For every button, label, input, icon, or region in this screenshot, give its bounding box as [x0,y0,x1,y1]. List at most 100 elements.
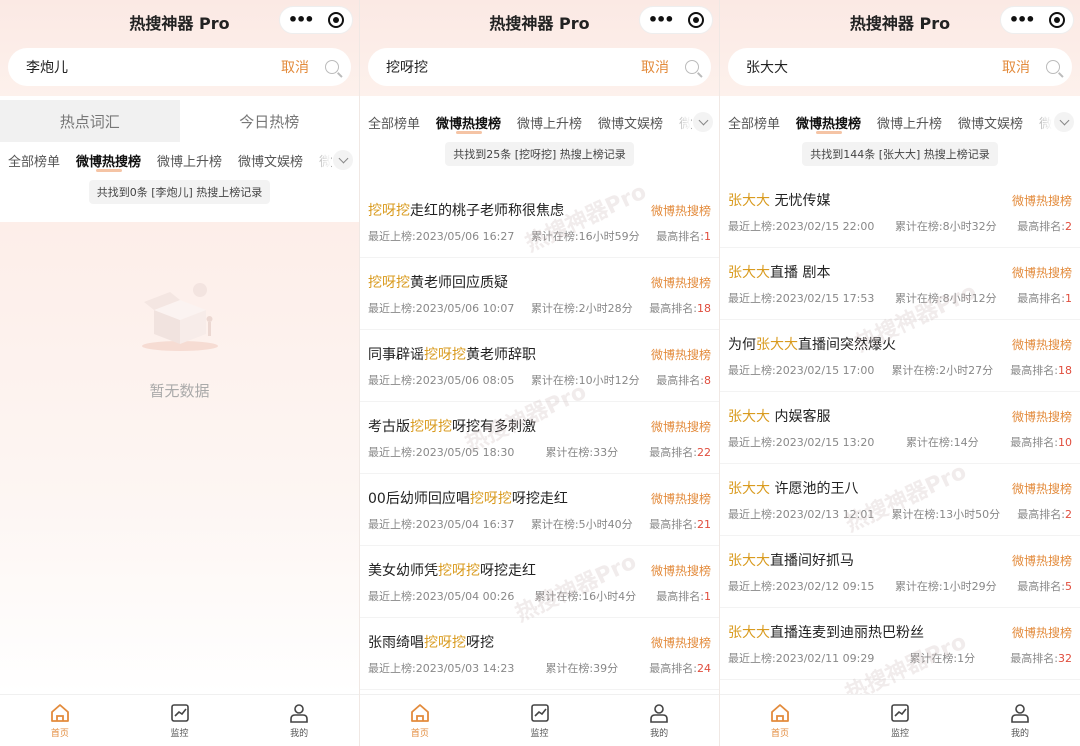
chevron-down-icon[interactable] [1054,112,1074,132]
source-label: 微博热搜榜 [650,347,711,362]
item-title: 挖呀挖黄老师回应质疑 [368,272,508,292]
close-target-icon[interactable] [1049,12,1066,28]
tabbar-monitor[interactable]: 监控 [480,695,600,746]
last-on-list: 最近上榜:2023/05/04 16:37 [368,518,515,531]
list-item[interactable]: 挖呀挖黄老师回应质疑 微博热搜榜 最近上榜:2023/05/06 10:07 累计在榜… [360,258,719,330]
tab-weibo-hot[interactable]: 微博热搜榜 [796,113,861,134]
title-suffix: 无忧传媒 [770,193,831,209]
tab-weibo-hot[interactable]: 微博热搜榜 [76,151,141,172]
keyword-highlight: 张大大 [728,193,770,209]
highest-rank: 最高排名:2 [1017,220,1072,233]
item-title: 张大大直播 剧本 [728,262,830,282]
tabbar-mine[interactable]: 我的 [960,695,1080,746]
result-count: 共找到144条 [张大大] 热搜上榜记录 [720,142,1080,166]
tab-fade [661,104,691,140]
tab-weibo-rising[interactable]: 微博上升榜 [877,113,942,132]
keyword-highlight: 挖呀挖 [410,419,452,435]
chart-icon [170,703,189,722]
tabbar-home[interactable]: 首页 [0,695,120,746]
list-item[interactable]: 美女幼师凭挖呀挖呀挖走红 微博热搜榜 最近上榜:2023/05/04 00:26 累计… [360,546,719,618]
title-suffix: 直播间突然爆火 [798,337,896,353]
last-on-list: 最近上榜:2023/05/05 18:30 [368,446,515,459]
seg-today-hot[interactable]: 今日热榜 [180,100,360,142]
result-count: 共找到0条 [李炮儿] 热搜上榜记录 [0,180,359,204]
search-input[interactable]: 李炮儿 [26,57,281,77]
tabbar-label: 首页 [50,728,69,739]
last-on-list: 最近上榜:2023/05/06 08:05 [368,374,515,387]
tab-weibo-ent[interactable]: 微博文娱榜 [598,113,663,132]
more-icon[interactable]: ••• [1009,12,1036,28]
close-target-icon[interactable] [328,12,345,28]
tabbar-home[interactable]: 首页 [360,695,480,746]
list-item[interactable]: 张大大 许愿池的王八 微博热搜榜 最近上榜:2023/02/13 12:01 累计在榜… [720,464,1080,536]
list-item[interactable]: 张大大 无忧传媒 微博热搜榜 最近上榜:2023/02/15 22:00 累计在榜:8… [720,176,1080,248]
screens: 热搜神器 Pro ••• 李炮儿 取消 热点词汇 今日热榜 全部榜单 微博热搜榜… [0,0,1080,746]
bottom-tabbar: 首页 监控 我的 [0,694,359,746]
item-meta-row: 最近上榜:2023/02/15 17:00 累计在榜:2小时27分 最高排名:18 [728,362,1072,378]
search-icon[interactable] [685,60,699,74]
list-item[interactable]: 张雨绮唱挖呀挖呀挖 微博热搜榜 最近上榜:2023/05/03 14:23 累计在榜:… [360,618,719,690]
tab-weibo-ent[interactable]: 微博文娱榜 [958,113,1023,132]
item-meta-row: 最近上榜:2023/02/13 12:01 累计在榜:13小时50分 最高排名:2 [728,506,1072,522]
title-prefix: 张雨绮唱 [368,635,424,651]
header: 热搜神器 Pro ••• 李炮儿 取消 [0,0,359,96]
title-prefix: 00后幼师回应唱 [368,491,470,507]
tabbar-home[interactable]: 首页 [720,695,840,746]
list-item[interactable]: 00后幼师回应唱挖呀挖呀挖走红 微博热搜榜 最近上榜:2023/05/04 16:3… [360,474,719,546]
tabbar-monitor[interactable]: 监控 [120,695,240,746]
list-item[interactable]: 为何张大大直播间突然爆火 微博热搜榜最近上榜:2023/02/15 17:00 累计… [720,320,1080,392]
list-item[interactable]: 张大大直播间好抓马 微博热搜榜 最近上榜:2023/02/12 09:15 累计在榜:… [720,536,1080,608]
source-label: 微博热搜榜 [650,635,711,650]
title-suffix: 直播连麦到迪丽热巴粉丝 [770,625,924,641]
tab-weibo-hot[interactable]: 微博热搜榜 [436,113,501,134]
more-icon[interactable]: ••• [648,12,675,28]
search-bar[interactable]: 张大大 取消 [728,48,1072,86]
item-meta-row: 最近上榜:2023/05/06 16:27 累计在榜:16小时59分 最高排名:1 [368,228,711,244]
tab-all[interactable]: 全部榜单 [368,113,420,132]
tab-weibo-ent[interactable]: 微博文娱榜 [238,151,303,170]
list-item[interactable]: 张大大 内娱客服 微博热搜榜 最近上榜:2023/02/15 13:20 累计在榜:1… [720,392,1080,464]
last-on-list: 最近上榜:2023/05/04 00:26 [368,590,515,603]
keyword-highlight: 张大大 [728,625,770,641]
more-icon[interactable]: ••• [288,12,315,28]
chevron-down-icon[interactable] [333,150,353,170]
keyword-highlight: 张大大 [728,481,770,497]
empty-text: 暂无数据 [149,382,210,400]
list-item[interactable]: 挖呀挖走红的桃子老师称很焦虑 微博热搜榜 最近上榜:2023/05/06 16:27… [360,186,719,258]
total-duration: 累计在榜:2小时28分 [530,302,633,315]
tab-weibo-rising[interactable]: 微博上升榜 [517,113,582,132]
list-item[interactable]: 考古版挖呀挖呀挖有多刺激 微博热搜榜 最近上榜:2023/05/05 18:30 累计… [360,402,719,474]
cancel-button[interactable]: 取消 [641,57,669,77]
search-icon[interactable] [325,60,339,74]
item-title-row: 为何张大大直播间突然爆火 微博热搜榜 [728,334,1072,354]
source-label: 微博热搜榜 [1011,553,1072,568]
list-item[interactable]: 张大大直播 剧本 微博热搜榜 最近上榜:2023/02/15 17:53 累计在榜:8… [720,248,1080,320]
tabbar-mine[interactable]: 我的 [599,695,719,746]
source-label: 微博热搜榜 [1011,409,1072,424]
cancel-button[interactable]: 取消 [281,57,309,77]
search-bar[interactable]: 李炮儿 取消 [8,48,351,86]
search-input[interactable]: 挖呀挖 [386,57,641,77]
home-icon [50,703,69,722]
search-input[interactable]: 张大大 [746,57,1002,77]
cancel-button[interactable]: 取消 [1002,57,1030,77]
search-icon[interactable] [1046,60,1060,74]
item-title: 张大大 无忧传媒 [728,190,830,210]
item-title: 张大大 许愿池的王八 [728,478,858,498]
chevron-down-icon[interactable] [693,112,713,132]
total-duration: 累计在榜:1小时29分 [894,580,997,593]
tab-all[interactable]: 全部榜单 [728,113,780,132]
search-bar[interactable]: 挖呀挖 取消 [368,48,711,86]
category-tabs: 全部榜单 微博热搜榜 微博上升榜 微博文娱榜 微 [0,142,359,178]
tabbar-mine[interactable]: 我的 [239,695,359,746]
seg-hot-words[interactable]: 热点词汇 [0,100,180,142]
tab-all[interactable]: 全部榜单 [8,151,60,170]
list-item[interactable]: 张大大直播连麦到迪丽热巴粉丝 微博热搜榜 最近上榜:2023/02/11 09:29… [720,608,1080,680]
close-target-icon[interactable] [688,12,705,28]
list-item[interactable]: 同事辟谣挖呀挖黄老师辞职 微博热搜榜 最近上榜:2023/05/06 08:05 累计… [360,330,719,402]
keyword-highlight: 挖呀挖 [438,563,480,579]
tab-weibo-rising[interactable]: 微博上升榜 [157,151,222,170]
item-meta-row: 最近上榜:2023/02/15 13:20 累计在榜:14分 最高排名:10 [728,434,1072,450]
item-meta-row: 最近上榜:2023/05/06 08:05 累计在榜:10小时12分 最高排名:8 [368,372,711,388]
tabbar-monitor[interactable]: 监控 [840,695,960,746]
